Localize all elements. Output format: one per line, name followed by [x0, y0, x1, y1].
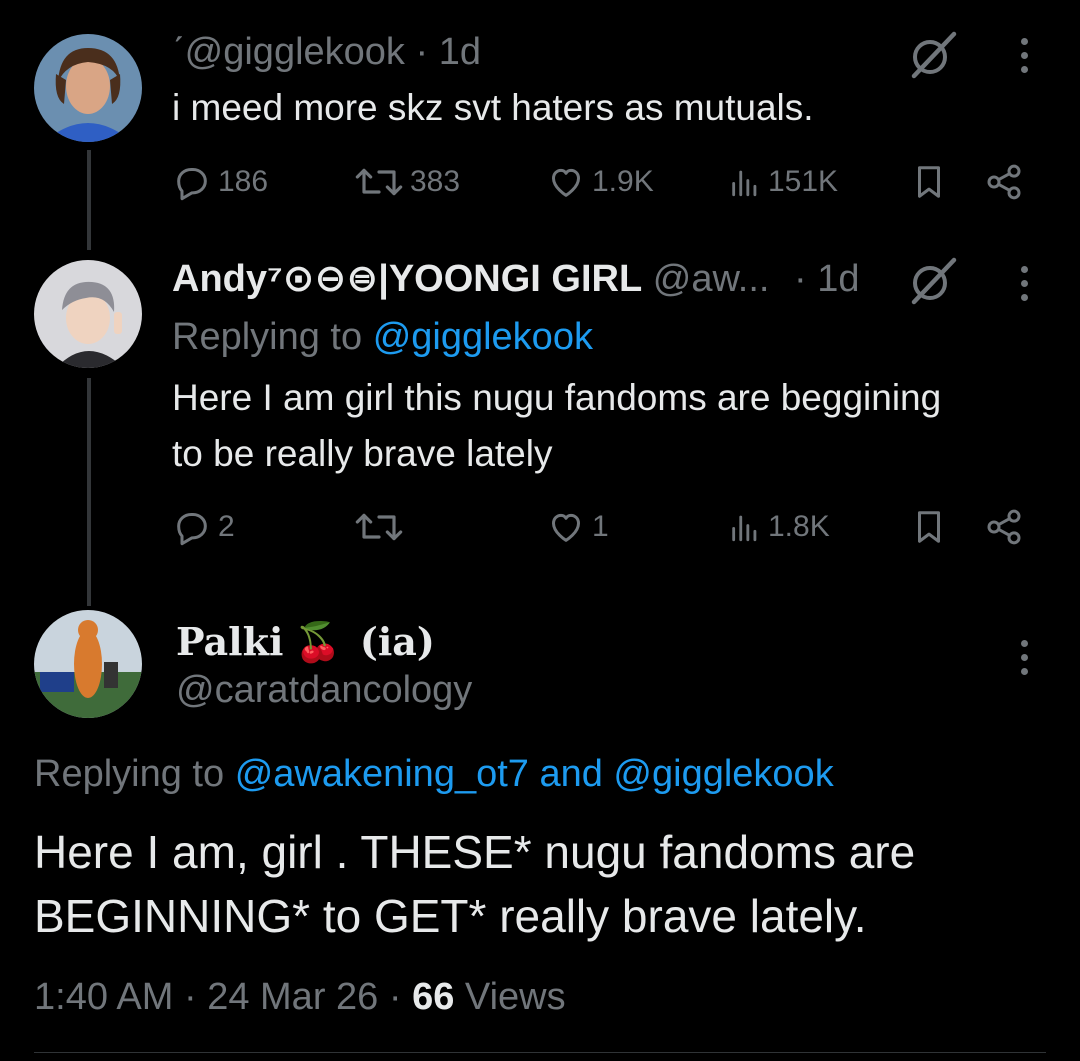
views-count: 66	[412, 976, 455, 1018]
replying-prefix: Replying to	[172, 316, 363, 358]
tweet-2-text-line1: Here I am girl this nugu fandoms are beg…	[172, 377, 942, 418]
repost-button[interactable]	[354, 505, 410, 549]
focused-timestamp: 1:40 AM · 24 Mar 26 · 66 Views	[34, 975, 566, 1019]
views-count: 151K	[768, 165, 839, 198]
reply-button[interactable]: 2	[172, 505, 235, 549]
focused-text-line1: Here I am, girl . THESE* nugu fandoms ar…	[34, 826, 916, 878]
tweet-2-time[interactable]: · 1d	[794, 258, 859, 300]
tweet-2-text-line2: to be really brave lately	[172, 433, 553, 474]
views-button[interactable]: 151K	[728, 160, 838, 204]
like-count: 1	[592, 510, 609, 543]
more-icon[interactable]	[1019, 38, 1029, 73]
grok-icon[interactable]	[908, 30, 958, 80]
like-icon	[552, 513, 580, 542]
repost-icon	[355, 513, 403, 541]
focused-display-name[interactable]: Palki	[176, 619, 283, 664]
like-count: 1.9K	[592, 165, 654, 198]
reply-icon	[177, 168, 207, 201]
more-icon[interactable]	[1019, 640, 1029, 675]
reply-count: 186	[218, 165, 269, 198]
repost-button[interactable]: 383	[354, 160, 460, 204]
bookmark-icon[interactable]	[910, 162, 948, 202]
tweet-2-actions: 2 1 1.8K	[172, 505, 1032, 549]
thread-line-2	[87, 378, 91, 606]
tweet-2-header: Andy⁷⊙⊖⊜|YOONGI GIRL @aw... · 1d	[172, 257, 860, 301]
bookmark-icon[interactable]	[910, 507, 948, 547]
avatar-gigglekook[interactable]	[34, 34, 142, 142]
focused-name-suffix[interactable]: (ia)	[360, 619, 435, 664]
tweet-time[interactable]: 1:40 AM	[34, 976, 173, 1018]
avatar-awakening[interactable]	[34, 260, 142, 368]
reply-count: 2	[218, 510, 235, 543]
focused-name-row: Palki 🍒 (ia)	[176, 620, 435, 665]
separator: ·	[388, 976, 402, 1018]
tweet-date[interactable]: 24 Mar 26	[207, 976, 378, 1018]
thread-line-1	[87, 150, 91, 250]
tweet-2-handle[interactable]: @aw...	[653, 258, 770, 300]
header-separator: ·	[415, 31, 429, 73]
focused-replying: Replying to @awakening_ot7 and @giggleko…	[34, 752, 834, 796]
replying-mentions[interactable]: @awakening_ot7 and @gigglekook	[235, 753, 834, 795]
grok-icon[interactable]	[908, 256, 958, 306]
more-icon[interactable]	[1019, 266, 1029, 301]
focused-text-line2: BEGINNING* to GET* really brave lately.	[34, 890, 867, 942]
replying-prefix: Replying to	[34, 753, 225, 795]
focused-handle[interactable]: @caratdancology	[176, 668, 472, 712]
views-button[interactable]: 1.8K	[728, 505, 830, 549]
repost-icon	[355, 168, 403, 196]
like-button[interactable]: 1	[546, 505, 609, 549]
tweet-1-text: i meed more skz svt haters as mutuals.	[172, 87, 814, 128]
views-icon	[732, 170, 757, 197]
tweet-1-time[interactable]: 1d	[439, 31, 481, 73]
views-count: 1.8K	[768, 510, 830, 543]
views-icon	[732, 515, 757, 542]
cherry-emoji: 🍒	[293, 622, 342, 664]
separator: ·	[183, 976, 197, 1018]
tweet-1-handle[interactable]: ˊ@gigglekook	[172, 31, 405, 73]
avatar-caratdancology[interactable]	[34, 610, 142, 718]
reply-button[interactable]: 186	[172, 160, 268, 204]
tweet-2-display-name[interactable]: Andy⁷⊙⊖⊜|YOONGI GIRL	[172, 258, 642, 300]
reply-icon	[177, 513, 207, 546]
focused-text: Here I am, girl . THESE* nugu fandoms ar…	[34, 820, 915, 948]
like-icon	[552, 168, 580, 197]
tweet-1-header: ˊ@gigglekook · 1d	[172, 30, 481, 74]
like-button[interactable]: 1.9K	[546, 160, 654, 204]
tweet-2-replying: Replying to @gigglekook	[172, 315, 593, 359]
share-icon[interactable]	[984, 507, 1024, 547]
views-label: Views	[464, 976, 566, 1018]
tweet-2-text: Here I am girl this nugu fandoms are beg…	[172, 370, 1052, 482]
divider	[34, 1052, 1046, 1053]
replying-mention[interactable]: @gigglekook	[373, 316, 593, 358]
repost-count: 383	[410, 165, 461, 198]
tweet-1-actions: 186 383 1.9K 151K	[172, 160, 1032, 204]
share-icon[interactable]	[984, 162, 1024, 202]
